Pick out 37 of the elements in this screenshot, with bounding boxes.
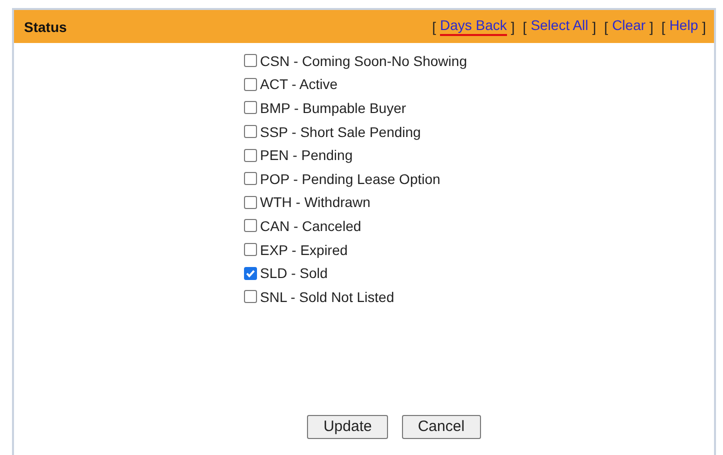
- header-link[interactable]: Days Back: [440, 17, 507, 36]
- bracket-text: ]: [702, 18, 706, 34]
- checkbox[interactable]: [244, 196, 257, 209]
- checkbox[interactable]: [244, 243, 257, 256]
- status-label: POP - Pending Lease Option: [260, 170, 440, 187]
- status-label: PEN - Pending: [260, 147, 353, 164]
- status-label: CAN - Canceled: [260, 218, 362, 234]
- checkbox[interactable]: [244, 101, 257, 114]
- bracket-text: [: [661, 18, 666, 34]
- bracket-text: [: [432, 18, 436, 34]
- checkbox[interactable]: [244, 290, 257, 304]
- status-label: SLD - Sold: [260, 265, 328, 282]
- checkbox[interactable]: [244, 172, 257, 186]
- bracket-text: [: [522, 18, 527, 34]
- status-label: SSP - Short Sale Pending: [260, 124, 421, 140]
- bracket-text: ]: [592, 18, 596, 34]
- status-label: BMP - Bumpable Buyer: [260, 100, 406, 116]
- bracket-text: [: [604, 18, 608, 34]
- header-link[interactable]: Select All: [530, 17, 588, 36]
- checkbox[interactable]: [244, 148, 257, 162]
- status-label: EXP - Expired: [260, 242, 348, 258]
- cancel-button[interactable]: Cancel: [402, 414, 481, 439]
- checkbox[interactable]: [244, 125, 257, 138]
- bracket-text: ]: [650, 18, 654, 34]
- checkbox[interactable]: [244, 266, 257, 280]
- checkbox[interactable]: [244, 78, 257, 91]
- header-link[interactable]: Clear: [612, 17, 646, 36]
- update-button[interactable]: Update: [307, 414, 388, 439]
- status-label: CSN - Coming Soon-No Showing: [260, 52, 467, 69]
- status-label: WTH - Withdrawn: [260, 194, 370, 210]
- header-link[interactable]: Help: [669, 17, 698, 36]
- bracket-text: ]: [510, 18, 515, 34]
- checkbox[interactable]: [244, 219, 257, 232]
- status-label: ACT - Active: [260, 76, 338, 92]
- status-label: SNL - Sold Not Listed: [260, 288, 394, 305]
- checkbox[interactable]: [244, 54, 257, 68]
- panel-title: Status: [24, 18, 67, 34]
